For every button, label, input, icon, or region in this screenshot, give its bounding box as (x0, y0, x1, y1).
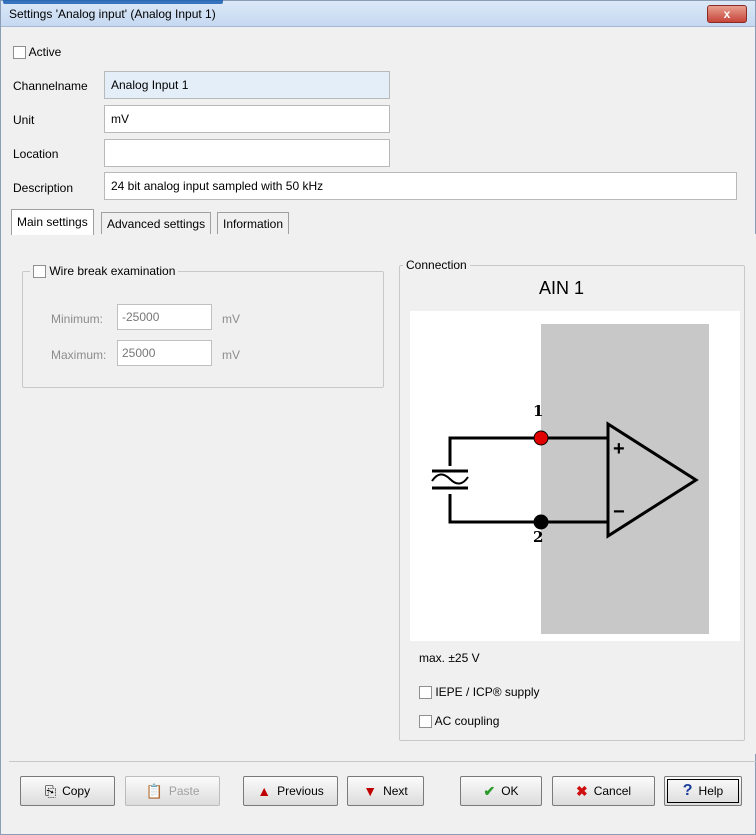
minimum-label: Minimum: (51, 312, 104, 326)
pin1-label: 1 (533, 402, 543, 420)
channelname-label: Channelname (13, 79, 88, 93)
ac-coupling-checkbox[interactable] (419, 715, 432, 729)
title-bar: Settings 'Analog input' (Analog Input 1)… (1, 0, 755, 27)
amplifier-area (541, 324, 709, 634)
unit-label: Unit (13, 113, 35, 127)
paste-icon: 📋 (145, 783, 163, 799)
minimum-field[interactable]: -25000 (117, 304, 212, 330)
ok-label: OK (501, 784, 519, 798)
iepe-label: IEPE / ICP® supply (435, 685, 540, 699)
description-label: Description (13, 181, 74, 195)
checkmark-icon: ✔ (483, 783, 496, 799)
active-checkbox[interactable] (13, 46, 26, 60)
iepe-checkbox[interactable] (419, 686, 432, 700)
cancel-label: Cancel (593, 784, 632, 798)
tab-advanced-settings[interactable]: Advanced settings (101, 212, 212, 235)
paste-button[interactable]: 📋 Paste (125, 776, 220, 806)
paste-label: Paste (168, 784, 200, 798)
next-label: Next (383, 784, 408, 798)
window-title: Settings 'Analog input' (Analog Input 1) (9, 7, 216, 21)
copy-label: Copy (62, 784, 91, 798)
channelname-field[interactable]: Analog Input 1 (104, 71, 390, 99)
arrow-up-icon: ▲ (257, 783, 272, 799)
range-note: max. ±25 V (419, 651, 480, 665)
background-window-peek (3, 0, 223, 4)
settings-dialog: Settings 'Analog input' (Analog Input 1)… (0, 0, 756, 835)
active-label: Active (28, 45, 62, 59)
connection-diagram: 1 2 + − (410, 311, 740, 641)
wiring-diagram-svg: 1 2 + − (431, 324, 709, 634)
next-button[interactable]: ▼ Next (347, 776, 424, 806)
copy-button[interactable]: ⎘ Copy (20, 776, 115, 806)
ac-coupling-row[interactable]: AC coupling (419, 714, 500, 729)
description-field[interactable]: 24 bit analog input sampled with 50 kHz (104, 172, 737, 200)
previous-button[interactable]: ▲ Previous (243, 776, 338, 806)
ok-button[interactable]: ✔ OK (460, 776, 542, 806)
close-button[interactable]: x (707, 5, 747, 23)
plus-sign: + (613, 438, 625, 460)
tab-main-settings[interactable]: Main settings (11, 209, 94, 235)
help-question-icon: ? (682, 782, 693, 799)
active-checkbox-row[interactable]: Active (13, 45, 62, 60)
previous-label: Previous (277, 784, 324, 798)
minimum-unit: mV (222, 312, 240, 326)
cancel-x-icon: ✖ (575, 783, 588, 799)
tab-information[interactable]: Information (217, 212, 290, 235)
pin2-label: 2 (533, 528, 543, 546)
maximum-unit: mV (222, 348, 240, 362)
ac-coupling-label: AC coupling (434, 714, 500, 728)
wire-break-caption[interactable]: Wire break examination (30, 264, 179, 279)
iepe-row[interactable]: IEPE / ICP® supply (419, 685, 540, 700)
pin1-dot (533, 430, 549, 446)
cancel-button[interactable]: ✖ Cancel (552, 776, 655, 806)
minus-sign: − (613, 501, 625, 523)
channel-title: AIN 1 (539, 278, 585, 298)
help-button[interactable]: ? Help (664, 776, 742, 806)
pin2-dot (533, 514, 549, 530)
location-label: Location (13, 147, 59, 161)
wire-break-checkbox[interactable] (33, 265, 46, 279)
unit-field[interactable]: mV (104, 105, 390, 133)
help-label: Help (698, 784, 724, 798)
maximum-field[interactable]: 25000 (117, 340, 212, 366)
location-field[interactable] (104, 139, 390, 167)
connection-caption: Connection (403, 258, 470, 272)
close-icon: x (723, 7, 731, 21)
maximum-label: Maximum: (51, 348, 107, 362)
wire-break-label: Wire break examination (49, 264, 176, 278)
button-bar-separator (9, 761, 756, 762)
copy-icon: ⎘ (44, 783, 57, 799)
arrow-down-icon: ▼ (363, 783, 378, 799)
